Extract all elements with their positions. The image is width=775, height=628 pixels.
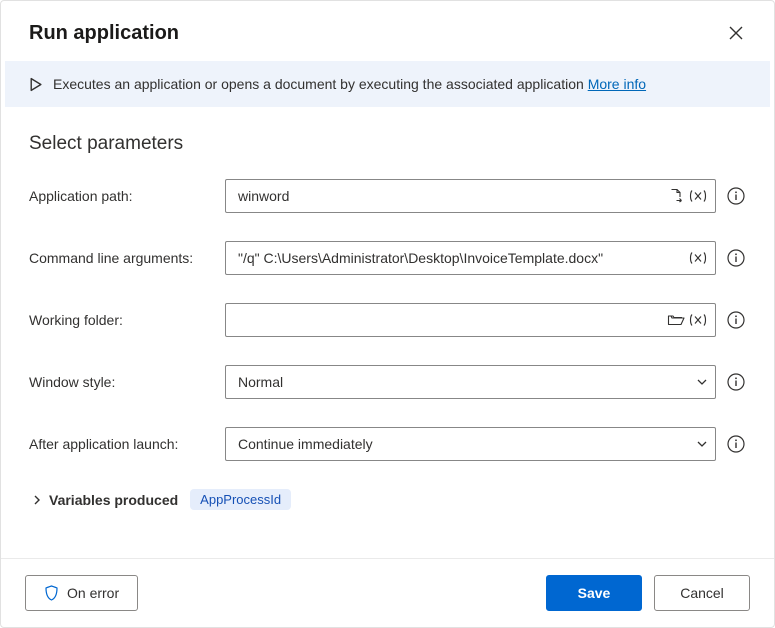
label-after-application-launch: After application launch: xyxy=(29,436,225,452)
info-button[interactable] xyxy=(726,186,746,206)
on-error-button[interactable]: On error xyxy=(25,575,138,611)
after-launch-value: Continue immediately xyxy=(238,436,373,452)
info-button[interactable] xyxy=(726,248,746,268)
row-window-style: Window style: Normal xyxy=(29,365,746,399)
cancel-button[interactable]: Cancel xyxy=(654,575,750,611)
variable-picker-button[interactable] xyxy=(687,185,709,207)
row-command-line-arguments: Command line arguments: xyxy=(29,241,746,275)
command-line-arguments-input[interactable] xyxy=(225,241,716,275)
info-icon xyxy=(727,311,745,329)
variables-produced-toggle[interactable]: Variables produced xyxy=(31,492,178,508)
info-icon xyxy=(727,373,745,391)
dialog-content: Select parameters Application path: Comm… xyxy=(1,107,774,558)
info-button[interactable] xyxy=(726,310,746,330)
label-command-line-arguments: Command line arguments: xyxy=(29,250,225,266)
row-after-application-launch: After application launch: Continue immed… xyxy=(29,427,746,461)
variable-icon xyxy=(688,251,708,265)
dialog-header: Run application xyxy=(1,1,774,61)
chevron-right-icon xyxy=(31,494,43,506)
info-button[interactable] xyxy=(726,372,746,392)
chevron-down-icon xyxy=(695,375,709,389)
label-working-folder: Working folder: xyxy=(29,312,225,328)
window-style-value: Normal xyxy=(238,374,283,390)
section-heading: Select parameters xyxy=(29,133,746,155)
info-banner: Executes an application or opens a docum… xyxy=(5,61,770,107)
label-application-path: Application path: xyxy=(29,188,225,204)
variable-icon xyxy=(688,313,708,327)
info-icon xyxy=(727,435,745,453)
play-outline-icon xyxy=(28,77,43,92)
info-icon xyxy=(727,249,745,267)
after-launch-select[interactable]: Continue immediately xyxy=(225,427,716,461)
variable-chip[interactable]: AppProcessId xyxy=(190,489,291,510)
folder-picker-button[interactable] xyxy=(665,309,687,331)
application-path-field[interactable] xyxy=(238,188,665,204)
close-icon xyxy=(729,26,743,40)
row-working-folder: Working folder: xyxy=(29,303,746,337)
file-arrow-icon xyxy=(668,188,684,204)
window-style-select[interactable]: Normal xyxy=(225,365,716,399)
application-path-input[interactable] xyxy=(225,179,716,213)
working-folder-input[interactable] xyxy=(225,303,716,337)
variables-produced-row: Variables produced AppProcessId xyxy=(29,489,746,510)
close-button[interactable] xyxy=(722,19,750,47)
more-info-link[interactable]: More info xyxy=(588,76,646,92)
variable-picker-button[interactable] xyxy=(687,247,709,269)
variables-produced-label: Variables produced xyxy=(49,492,178,508)
dialog-title: Run application xyxy=(29,22,179,45)
shield-icon xyxy=(44,585,59,601)
variable-icon xyxy=(688,189,708,203)
file-picker-button[interactable] xyxy=(665,185,687,207)
chevron-down-icon xyxy=(695,437,709,451)
info-icon xyxy=(727,187,745,205)
label-window-style: Window style: xyxy=(29,374,225,390)
variable-picker-button[interactable] xyxy=(687,309,709,331)
dialog-footer: On error Save Cancel xyxy=(1,558,774,627)
folder-open-icon xyxy=(667,313,685,327)
row-application-path: Application path: xyxy=(29,179,746,213)
working-folder-field[interactable] xyxy=(238,312,665,328)
save-button[interactable]: Save xyxy=(546,575,642,611)
info-button[interactable] xyxy=(726,434,746,454)
command-line-arguments-field[interactable] xyxy=(238,250,687,266)
banner-text: Executes an application or opens a docum… xyxy=(53,76,646,92)
